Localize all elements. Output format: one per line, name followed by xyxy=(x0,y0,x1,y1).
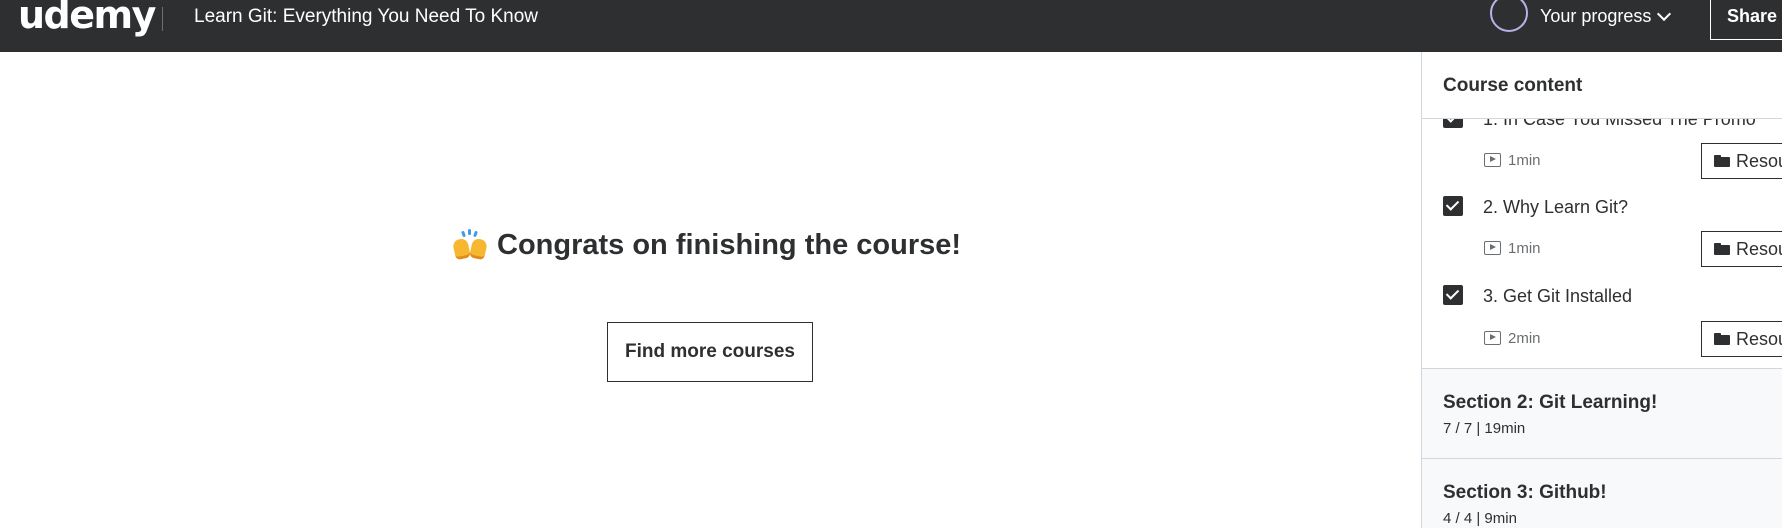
resources-label: Resou xyxy=(1736,328,1782,349)
sidebar-title: Course content xyxy=(1443,75,1583,96)
checkbox-checked-icon[interactable] xyxy=(1443,285,1463,305)
course-title[interactable]: Learn Git: Everything You Need To Know xyxy=(194,6,538,28)
logo-text[interactable]: udemy xyxy=(18,0,156,34)
video-icon xyxy=(1484,331,1501,345)
progress-label: Your progress xyxy=(1540,5,1652,26)
checkbox-checked-icon[interactable] xyxy=(1443,196,1463,216)
congrats-message: Congrats on finishing the course! xyxy=(452,228,962,262)
folder-icon xyxy=(1714,333,1730,345)
header-divider xyxy=(162,7,163,31)
section-header[interactable]: Section 2: Git Learning! 7 / 7 | 19min xyxy=(1422,368,1782,458)
congrats-text: Congrats on finishing the course! xyxy=(497,229,962,261)
resources-label: Resou xyxy=(1736,150,1782,171)
lecture-item[interactable]: 3. Get Git Installed 2min Resou xyxy=(1422,262,1782,357)
resources-label: Resou xyxy=(1736,238,1782,259)
lecture-duration: 1min xyxy=(1508,152,1541,169)
sidebar-header: Course content xyxy=(1422,52,1782,119)
lecture-duration: 2min xyxy=(1508,330,1541,347)
progress-ring-icon[interactable] xyxy=(1490,0,1528,32)
udemy-logo[interactable]: udemy xyxy=(18,0,156,42)
progress-dropdown[interactable]: Your progress xyxy=(1540,3,1672,29)
lecture-title[interactable]: 2. Why Learn Git? xyxy=(1483,197,1628,218)
section-header[interactable]: Section 3: Github! 4 / 4 | 9min xyxy=(1422,458,1782,528)
find-more-courses-button[interactable]: Find more courses xyxy=(607,322,813,382)
chevron-down-icon xyxy=(1657,6,1672,21)
course-content-sidebar[interactable]: Course content 1. In Case You Missed The… xyxy=(1421,52,1782,528)
resources-button[interactable]: Resou xyxy=(1701,321,1782,357)
folder-icon xyxy=(1714,155,1730,167)
lecture-title[interactable]: 3. Get Git Installed xyxy=(1483,286,1632,307)
share-button[interactable]: Share xyxy=(1710,0,1782,40)
video-icon xyxy=(1484,241,1501,255)
folder-icon xyxy=(1714,243,1730,255)
lecture-item[interactable]: 2. Why Learn Git? 1min Resou xyxy=(1422,172,1782,267)
section-meta: 7 / 7 | 19min xyxy=(1443,420,1526,437)
lecture-duration: 1min xyxy=(1508,240,1541,257)
video-icon xyxy=(1484,153,1501,167)
section-title: Section 2: Git Learning! xyxy=(1443,392,1658,413)
section-title: Section 3: Github! xyxy=(1443,482,1607,503)
raising-hands-icon xyxy=(452,228,488,261)
section-meta: 4 / 4 | 9min xyxy=(1443,510,1517,527)
top-header: udemy Learn Git: Everything You Need To … xyxy=(0,0,1782,52)
